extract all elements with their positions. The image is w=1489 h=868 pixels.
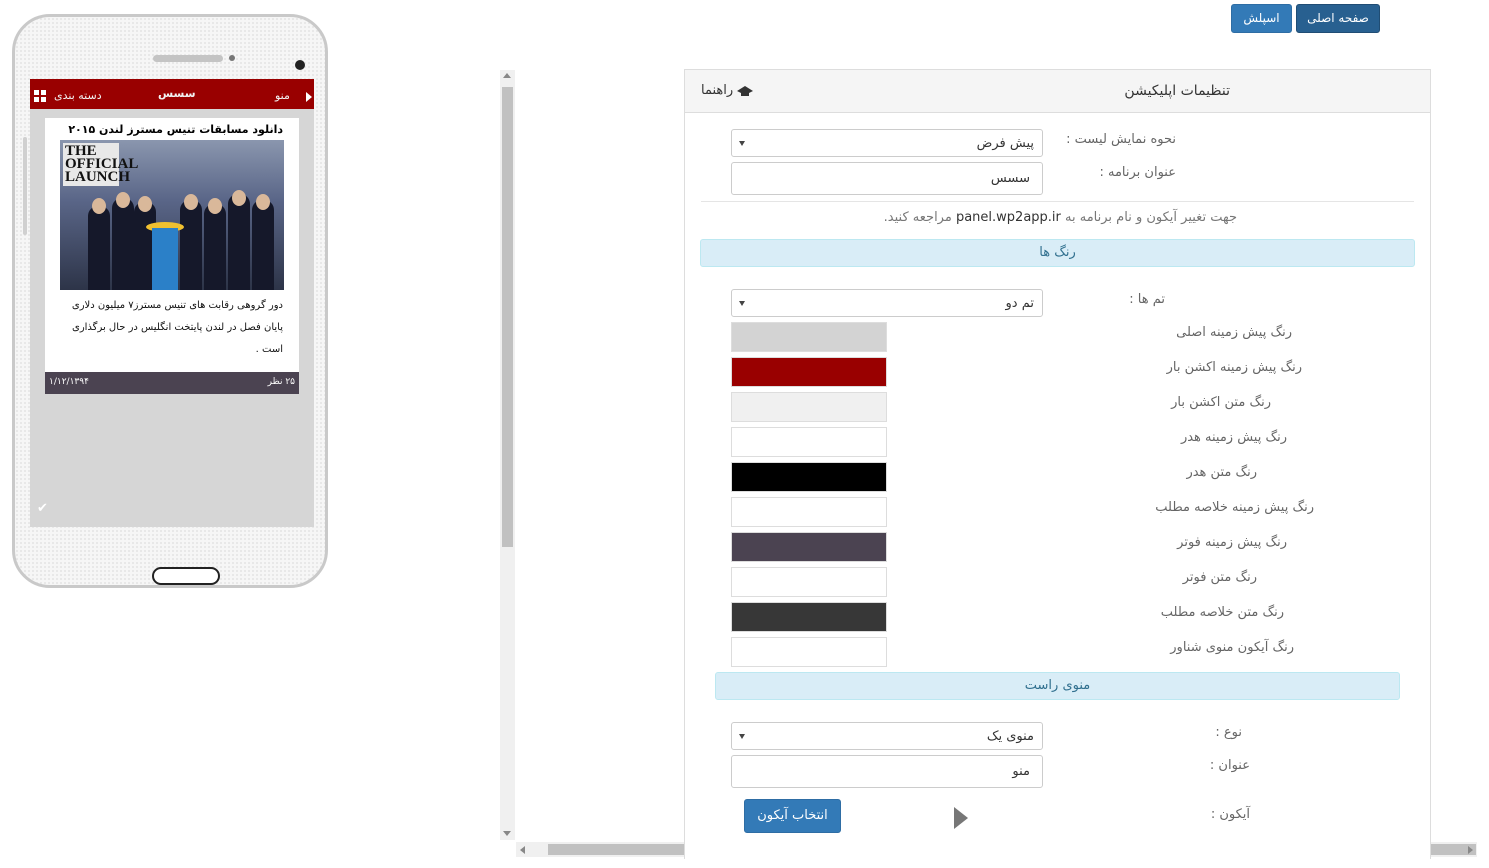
preview-post-card[interactable]: دانلود مسابقات تنیس مسترز لندن ۲۰۱۵ THE … [45, 118, 299, 394]
color-swatch-main-bg[interactable] [731, 322, 887, 352]
list-display-value: پیش فرض [976, 136, 1034, 151]
app-name-input[interactable]: سسس [731, 162, 1043, 195]
note-domain: panel.wp2app.ir [955, 210, 1061, 225]
colors-section-header: رنگ ها [700, 239, 1415, 267]
caret-down-icon [739, 734, 745, 739]
menu-title-label: عنوان : [1209, 758, 1250, 773]
right-menu-section-header: منوی راست [715, 672, 1400, 700]
color-swatch-header-text[interactable] [731, 462, 887, 492]
phone-side-button [23, 137, 27, 235]
phone-camera [295, 60, 305, 70]
list-display-select[interactable]: پیش فرض [731, 129, 1043, 157]
color-swatch-actionbar-bg[interactable] [731, 357, 887, 387]
color-swatch-floating-menu-icon[interactable] [731, 637, 887, 667]
color-swatch-footer-text[interactable] [731, 567, 887, 597]
color-label: رنگ پیش زمینه فوتر [1177, 535, 1287, 550]
menu-type-label: نوع : [1215, 725, 1242, 740]
color-label: رنگ متن فوتر [1182, 570, 1257, 585]
scroll-left-icon[interactable] [520, 846, 525, 854]
vertical-scroll-thumb[interactable] [502, 87, 513, 547]
theme-select[interactable]: تم دو [731, 289, 1043, 317]
menu-arrow-icon[interactable] [306, 92, 312, 102]
color-swatch-summary-text[interactable] [731, 602, 887, 632]
graduation-cap-icon [737, 85, 754, 96]
post-image-logo-text: THE OFFICIAL LAUNCH [63, 143, 139, 186]
icon-change-note: جهت تغییر آیکون و نام برنامه به panel.wp… [884, 210, 1237, 225]
color-label: رنگ پیش زمینه هدر [1180, 430, 1287, 445]
check-icon[interactable]: ✔ [37, 501, 48, 516]
post-image: THE OFFICIAL LAUNCH [60, 140, 284, 290]
color-swatch-summary-bg[interactable] [731, 497, 887, 527]
theme-value: تم دو [1005, 296, 1034, 311]
home-page-button[interactable]: صفحه اصلی [1296, 4, 1380, 33]
phone-home-button [152, 567, 220, 585]
help-link[interactable]: راهنما [701, 83, 754, 98]
app-name-label: عنوان برنامه : [1099, 165, 1176, 180]
color-label: رنگ متن اکشن بار [1171, 395, 1271, 410]
color-label: رنگ متن خلاصه مطلب [1160, 605, 1284, 620]
phone-screen: دسته بندی سسس منو دانلود مسابقات تنیس مس… [30, 79, 314, 527]
note-before: جهت تغییر آیکون و نام برنامه به [1065, 210, 1237, 225]
caret-down-icon [739, 141, 745, 146]
color-label: رنگ متن هدر [1186, 465, 1257, 480]
menu-title-input[interactable]: منو [731, 755, 1043, 788]
post-date: ۱/۱۲/۱۳۹۴ [49, 377, 89, 387]
help-label: راهنما [701, 83, 734, 98]
preview-category-label[interactable]: دسته بندی [54, 89, 102, 102]
color-label: رنگ پیش زمینه اکشن بار [1166, 360, 1302, 375]
vertical-scrollbar[interactable] [500, 70, 515, 840]
menu-type-select[interactable]: منوی یک [731, 722, 1043, 750]
scroll-down-icon[interactable] [503, 831, 511, 836]
settings-panel: تنظیمات اپلیکیشن راهنما نحوه نمایش لیست … [684, 69, 1431, 859]
splash-button[interactable]: اسپلش [1231, 4, 1292, 33]
settings-title: تنظیمات اپلیکیشن [1124, 83, 1230, 99]
preview-menu-label[interactable]: منو [275, 89, 290, 102]
post-title: دانلود مسابقات تنیس مسترز لندن ۲۰۱۵ [68, 123, 283, 136]
note-after: مراجعه کنید. [883, 210, 952, 225]
post-summary: دور گروهی رقابت های تنیس مسترز۷ میلیون د… [71, 300, 283, 355]
preview-actionbar: دسته بندی سسس منو [30, 79, 314, 109]
scroll-up-icon[interactable] [503, 73, 511, 78]
theme-label: تم ها : [1129, 292, 1165, 307]
color-label: رنگ آیکون منوی شناور [1170, 640, 1294, 655]
post-comments-count: ۲۵ نظر [267, 377, 295, 387]
list-display-label: نحوه نمایش لیست : [1066, 132, 1176, 147]
app-name-value: سسس [990, 171, 1030, 186]
caret-down-icon [739, 301, 745, 306]
divider [701, 201, 1414, 202]
grid-icon[interactable] [34, 90, 46, 102]
menu-icon-label: آیکون : [1210, 807, 1250, 822]
post-footer: ۲۵ نظر ۱/۱۲/۱۳۹۴ [45, 372, 299, 394]
scroll-right-icon[interactable] [1468, 846, 1473, 854]
color-swatch-footer-bg[interactable] [731, 532, 887, 562]
choose-icon-button[interactable]: انتخاب آیکون [744, 799, 841, 833]
color-label: رنگ پیش زمینه اصلی [1176, 325, 1292, 340]
phone-sensor [229, 55, 235, 61]
menu-type-value: منوی یک [986, 729, 1034, 744]
color-swatch-actionbar-text[interactable] [731, 392, 887, 422]
color-swatch-header-bg[interactable] [731, 427, 887, 457]
caret-right-icon [954, 807, 968, 829]
settings-panel-heading: تنظیمات اپلیکیشن راهنما [685, 70, 1430, 113]
preview-app-title: سسس [158, 87, 196, 100]
menu-title-value: منو [1012, 764, 1030, 779]
phone-speaker [153, 55, 223, 62]
color-label: رنگ پیش زمینه خلاصه مطلب [1155, 500, 1314, 515]
